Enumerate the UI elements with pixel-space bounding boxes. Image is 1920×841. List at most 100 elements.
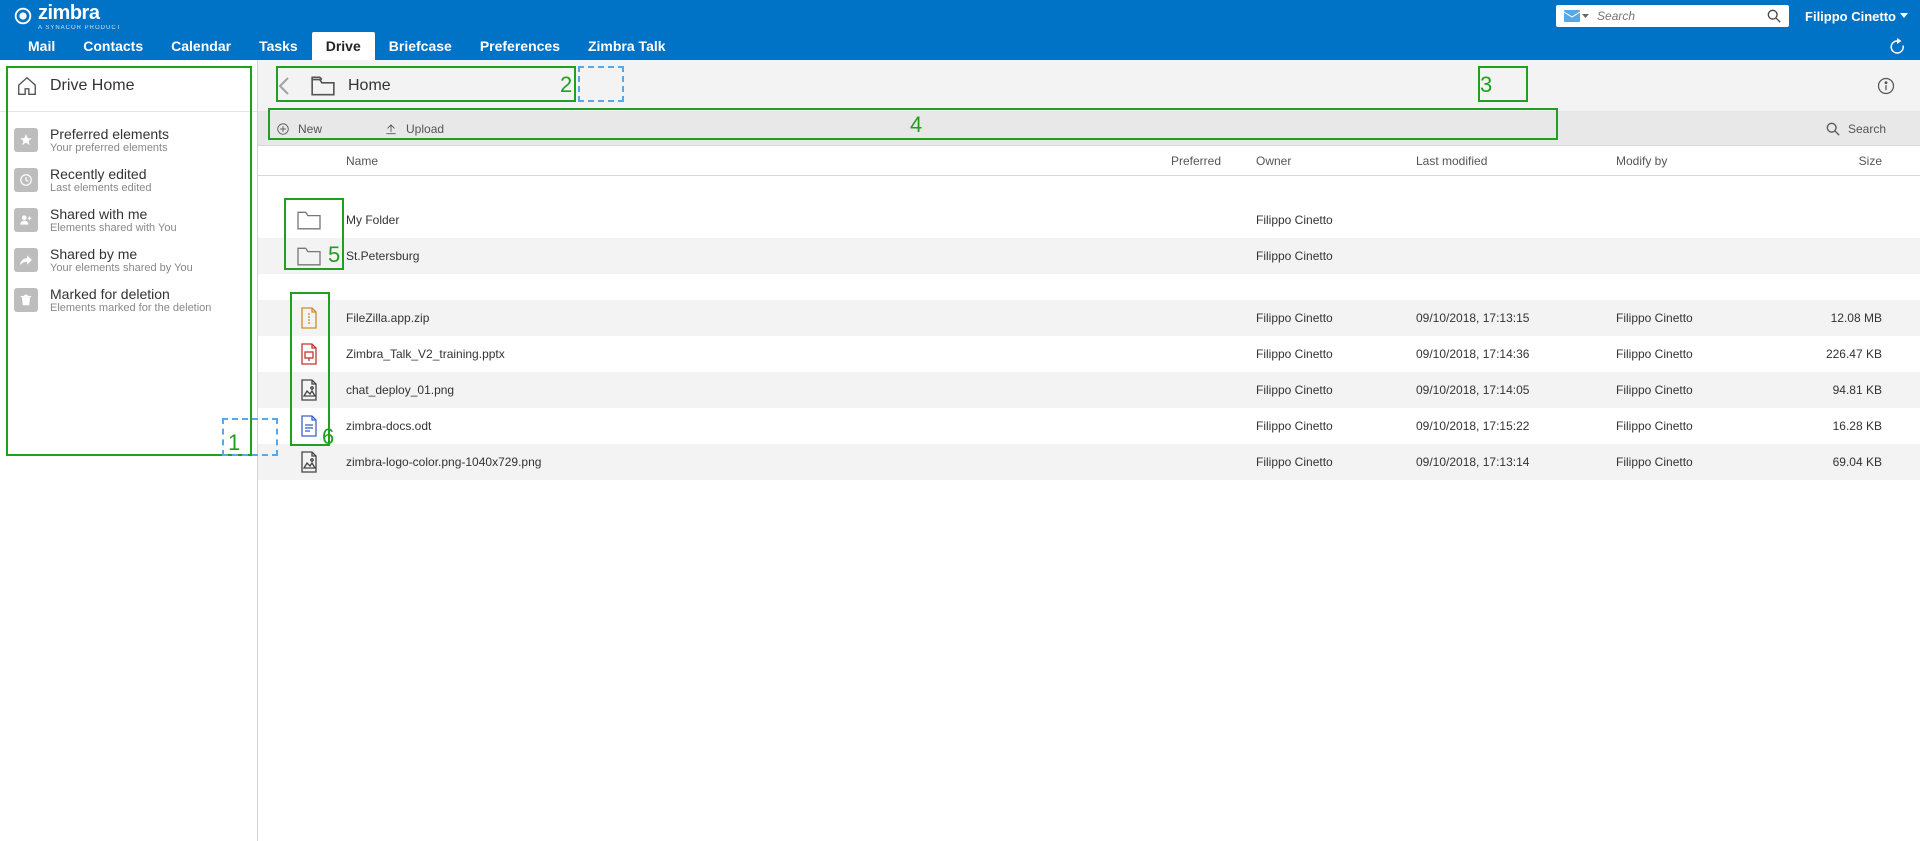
table-row[interactable]: Zimbra_Talk_V2_training.pptx Filippo Cin…: [258, 336, 1920, 372]
sidebar-item-label: Preferred elements: [50, 126, 169, 142]
user-name-label: Filippo Cinetto: [1805, 9, 1896, 24]
file-size: 94.81 KB: [1776, 383, 1906, 397]
file-owner: Filippo Cinetto: [1256, 249, 1416, 263]
image-file-icon: [300, 451, 318, 473]
col-preferred[interactable]: Preferred: [1136, 154, 1256, 168]
file-size: 12.08 MB: [1776, 311, 1906, 325]
sidebar-home[interactable]: Drive Home: [0, 60, 257, 112]
table-row[interactable]: zimbra-logo-color.png-1040x729.png Filip…: [258, 444, 1920, 480]
star-icon: [14, 128, 38, 152]
file-last-modified: 09/10/2018, 17:15:22: [1416, 419, 1616, 433]
file-name: St.Petersburg: [346, 249, 1136, 263]
table-header: Name Preferred Owner Last modified Modif…: [258, 146, 1920, 176]
logo: zimbra A SYNACOR PRODUCT: [12, 2, 121, 31]
col-last-modified[interactable]: Last modified: [1416, 154, 1616, 168]
file-last-modified: 09/10/2018, 17:13:15: [1416, 311, 1616, 325]
table-row[interactable]: St.Petersburg Filippo Cinetto: [258, 238, 1920, 274]
back-button[interactable]: [272, 74, 296, 98]
col-owner[interactable]: Owner: [1256, 154, 1416, 168]
zip-file-icon: [300, 307, 318, 329]
folder-icon: [310, 75, 336, 97]
file-owner: Filippo Cinetto: [1256, 311, 1416, 325]
tab-mail[interactable]: Mail: [14, 32, 69, 60]
user-menu[interactable]: Filippo Cinetto: [1805, 9, 1908, 24]
tab-tasks[interactable]: Tasks: [245, 32, 312, 60]
file-last-modified: 09/10/2018, 17:14:36: [1416, 347, 1616, 361]
new-button[interactable]: New: [272, 122, 340, 136]
sidebar-item-label: Marked for deletion: [50, 286, 211, 302]
sidebar-home-label: Drive Home: [50, 77, 134, 95]
sidebar-item-preferred[interactable]: Preferred elementsYour preferred element…: [0, 120, 257, 160]
tab-zimbra-talk[interactable]: Zimbra Talk: [574, 32, 680, 60]
sidebar: Drive Home Preferred elementsYour prefer…: [0, 60, 258, 841]
sidebar-item-sub: Elements shared with You: [50, 222, 177, 234]
col-name[interactable]: Name: [346, 154, 1136, 168]
file-modify-by: Filippo Cinetto: [1616, 347, 1776, 361]
sidebar-item-sub: Elements marked for the deletion: [50, 302, 211, 314]
logo-text: zimbra: [38, 2, 121, 25]
plus-circle-icon: [276, 122, 290, 136]
tab-calendar[interactable]: Calendar: [157, 32, 245, 60]
file-name: chat_deploy_01.png: [346, 383, 1136, 397]
tab-drive[interactable]: Drive: [312, 32, 375, 60]
content-area: Home New Upload Search Na: [258, 60, 1920, 841]
file-modify-by: Filippo Cinetto: [1616, 311, 1776, 325]
tab-contacts[interactable]: Contacts: [69, 32, 157, 60]
tab-briefcase[interactable]: Briefcase: [375, 32, 466, 60]
sidebar-item-shared-by-me[interactable]: Shared by meYour elements shared by You: [0, 240, 257, 280]
file-owner: Filippo Cinetto: [1256, 347, 1416, 361]
breadcrumb-label: Home: [348, 77, 391, 95]
folder-icon: [295, 209, 323, 231]
refresh-button[interactable]: [1888, 38, 1920, 60]
search-input[interactable]: [1593, 7, 1763, 25]
file-owner: Filippo Cinetto: [1256, 213, 1416, 227]
breadcrumb-bar: Home: [258, 60, 1920, 112]
logo-subtext: A SYNACOR PRODUCT: [38, 25, 121, 31]
info-button[interactable]: [1876, 76, 1896, 96]
file-modify-by: Filippo Cinetto: [1616, 419, 1776, 433]
col-modify-by[interactable]: Modify by: [1616, 154, 1776, 168]
image-file-icon: [300, 379, 318, 401]
file-size: 16.28 KB: [1776, 419, 1906, 433]
file-name: Zimbra_Talk_V2_training.pptx: [346, 347, 1136, 361]
file-name: zimbra-docs.odt: [346, 419, 1136, 433]
file-size: 69.04 KB: [1776, 455, 1906, 469]
search-scope-dropdown[interactable]: [1560, 10, 1593, 22]
file-size: 226.47 KB: [1776, 347, 1906, 361]
upload-button[interactable]: Upload: [380, 122, 462, 136]
trash-icon: [14, 288, 38, 312]
presentation-file-icon: [300, 343, 318, 365]
file-owner: Filippo Cinetto: [1256, 419, 1416, 433]
tab-preferences[interactable]: Preferences: [466, 32, 574, 60]
sidebar-item-label: Recently edited: [50, 166, 152, 182]
file-name: FileZilla.app.zip: [346, 311, 1136, 325]
global-search[interactable]: [1556, 5, 1789, 27]
sidebar-item-trash[interactable]: Marked for deletionElements marked for t…: [0, 280, 257, 320]
file-owner: Filippo Cinetto: [1256, 455, 1416, 469]
search-files-button[interactable]: Search: [1806, 122, 1906, 136]
search-icon: [1826, 122, 1840, 136]
search-label: Search: [1848, 122, 1886, 136]
sidebar-item-recent[interactable]: Recently editedLast elements edited: [0, 160, 257, 200]
new-label: New: [298, 122, 322, 136]
document-file-icon: [300, 415, 318, 437]
table-row[interactable]: zimbra-docs.odt Filippo Cinetto 09/10/20…: [258, 408, 1920, 444]
clock-icon: [14, 168, 38, 192]
search-icon[interactable]: [1763, 9, 1785, 23]
sidebar-item-shared-with-me[interactable]: Shared with meElements shared with You: [0, 200, 257, 240]
file-owner: Filippo Cinetto: [1256, 383, 1416, 397]
sidebar-item-sub: Last elements edited: [50, 182, 152, 194]
table-row[interactable]: chat_deploy_01.png Filippo Cinetto 09/10…: [258, 372, 1920, 408]
home-icon: [16, 75, 38, 97]
share-icon: [14, 248, 38, 272]
file-modify-by: Filippo Cinetto: [1616, 455, 1776, 469]
file-last-modified: 09/10/2018, 17:13:14: [1416, 455, 1616, 469]
app-header: zimbra A SYNACOR PRODUCT Filippo Cinetto: [0, 0, 1920, 32]
main-nav: Mail Contacts Calendar Tasks Drive Brief…: [0, 32, 1920, 60]
col-size[interactable]: Size: [1776, 154, 1906, 168]
table-row[interactable]: My Folder Filippo Cinetto: [258, 202, 1920, 238]
folder-icon: [295, 245, 323, 267]
sidebar-item-label: Shared with me: [50, 206, 177, 222]
table-row[interactable]: FileZilla.app.zip Filippo Cinetto 09/10/…: [258, 300, 1920, 336]
upload-label: Upload: [406, 122, 444, 136]
